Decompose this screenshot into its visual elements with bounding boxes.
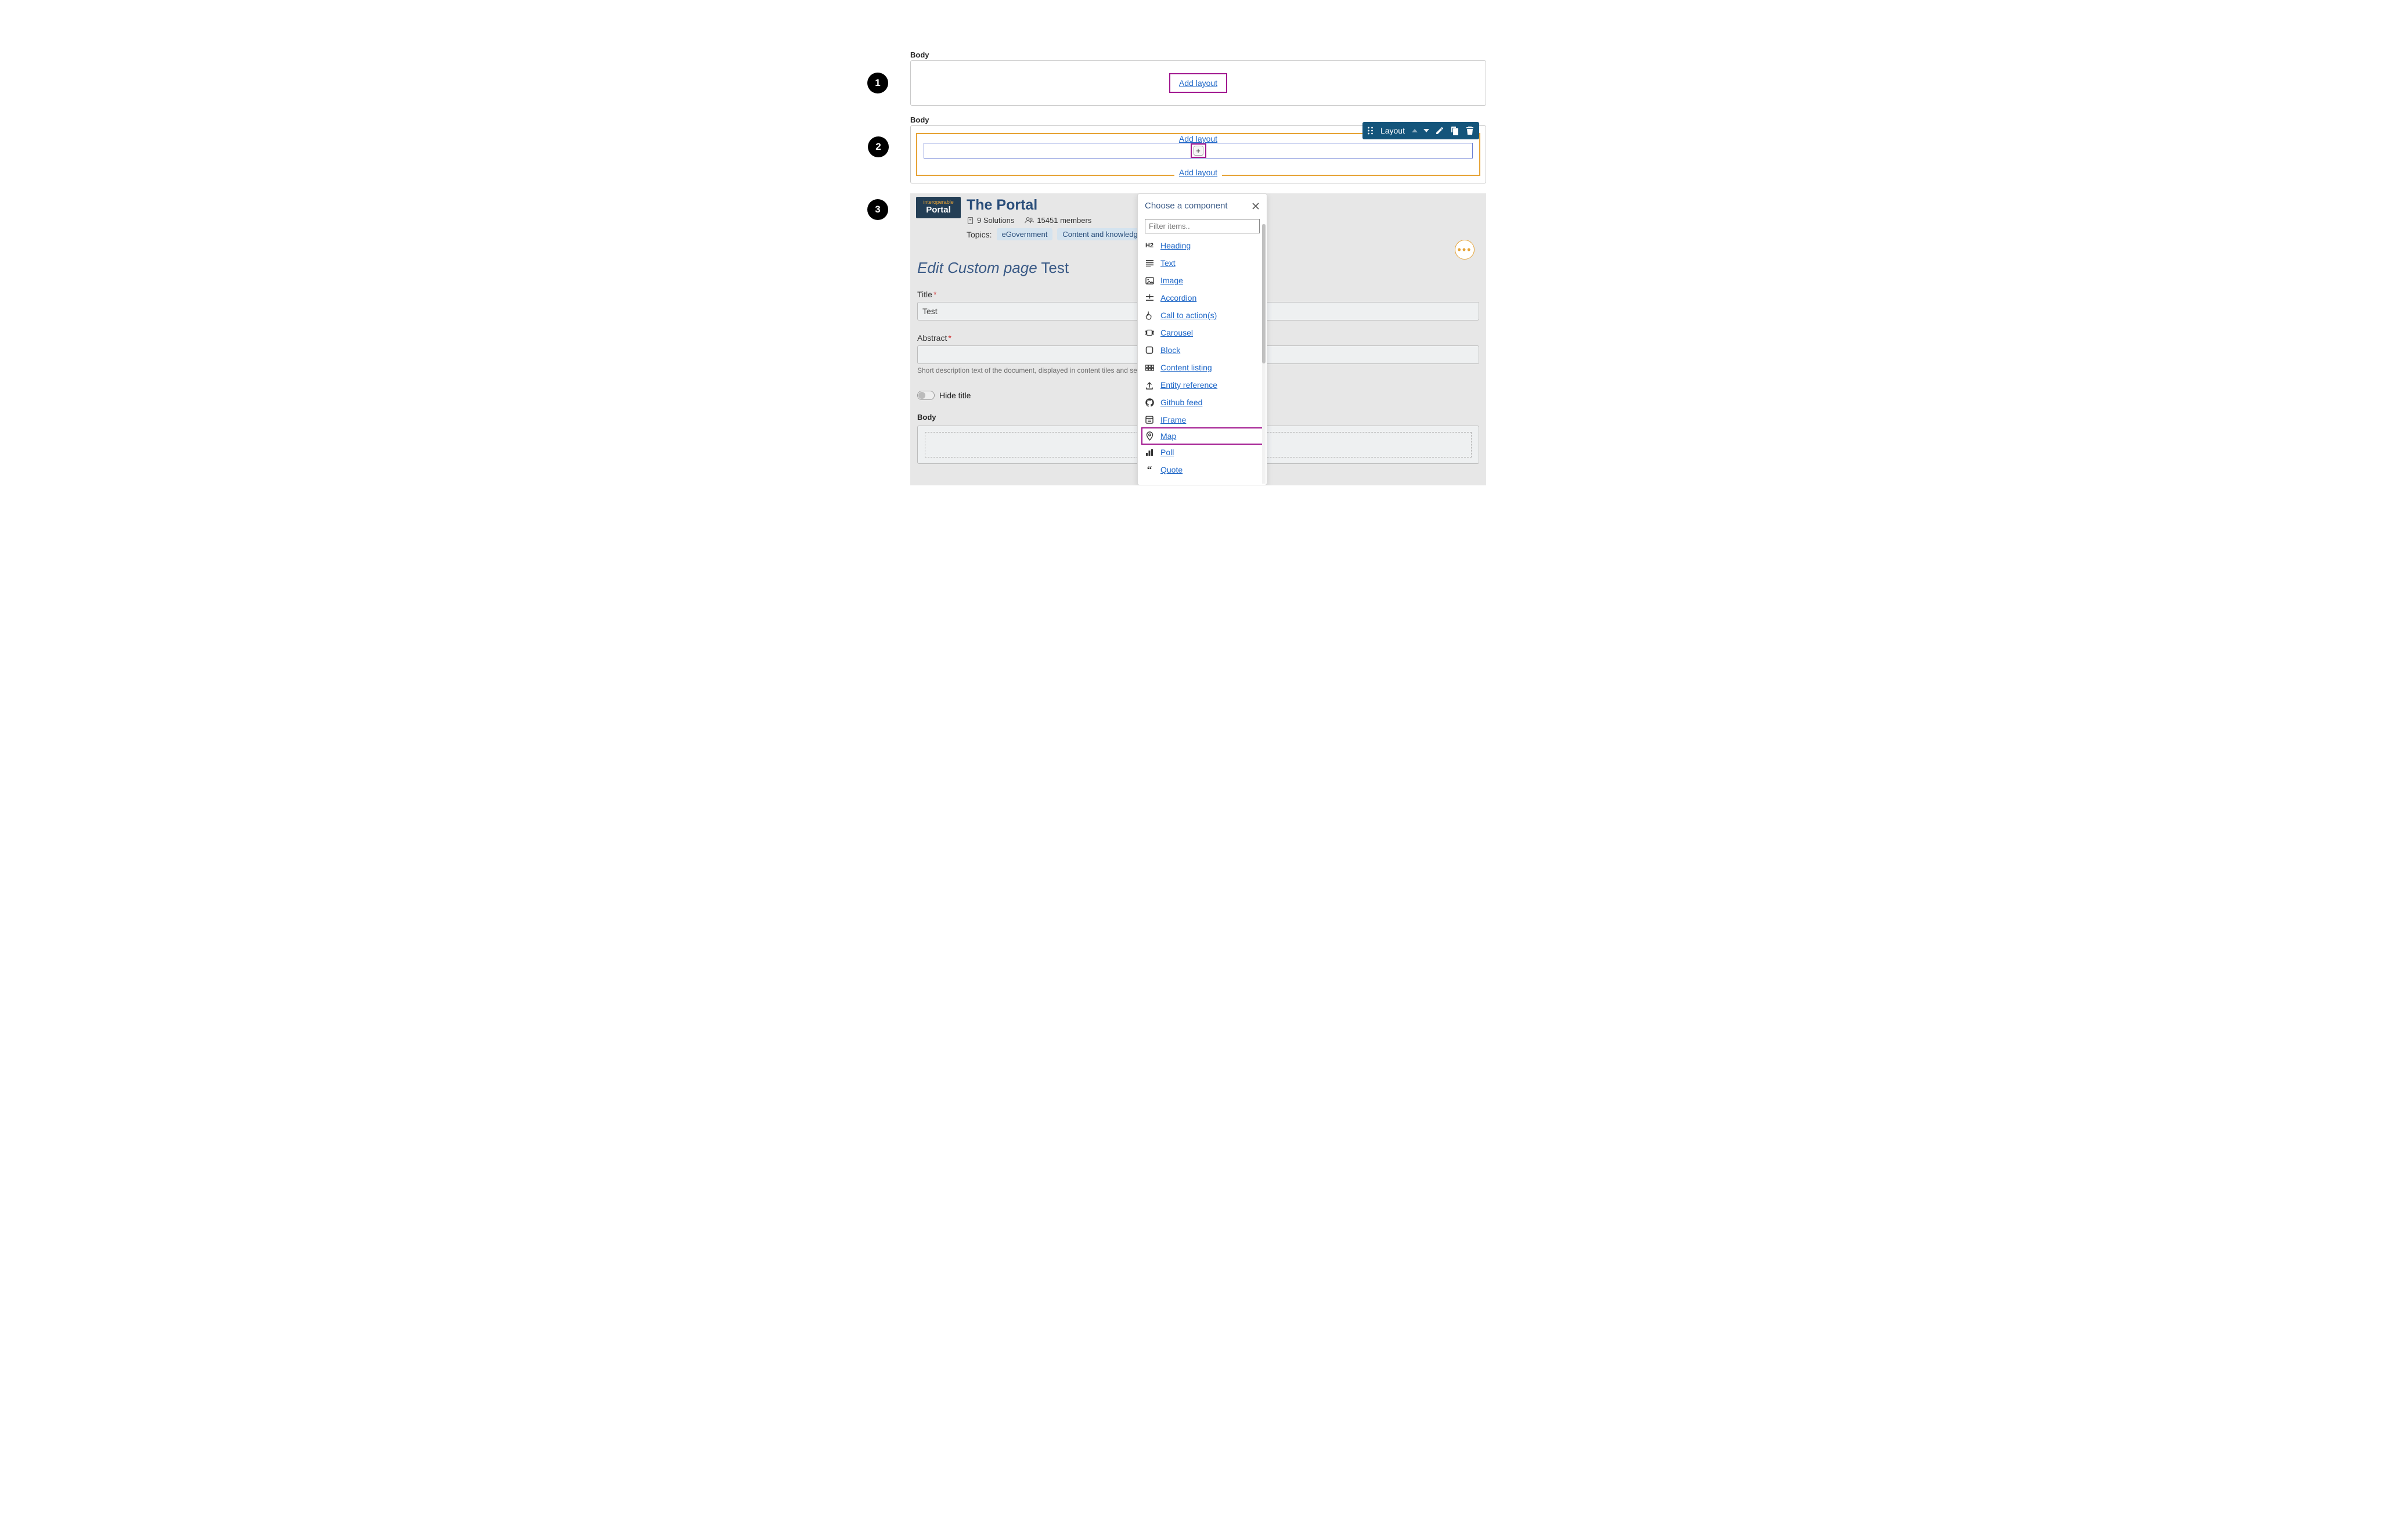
picker-list[interactable]: H2 Heading Text Image Accordion Call to actio… — [1138, 237, 1267, 480]
picker-item-label: Call to action(s) — [1160, 311, 1217, 320]
lines-icon — [1145, 258, 1154, 268]
block-icon — [1145, 345, 1154, 355]
add-layout-link-bot-wrap: Add layout — [1174, 168, 1222, 177]
layout-toolbar-label: Layout — [1380, 126, 1405, 135]
picker-item-label: Heading — [1160, 241, 1191, 250]
picker-item-label: Block — [1160, 345, 1180, 355]
picker-item-label: Image — [1160, 276, 1183, 285]
abstract-label-text: Abstract — [917, 333, 947, 343]
github-icon — [1145, 398, 1154, 407]
delete-icon[interactable] — [1465, 126, 1475, 135]
clipboard-icon — [967, 217, 974, 224]
picker-item-text[interactable]: Text — [1145, 254, 1260, 272]
h2-icon: H2 — [1145, 241, 1154, 250]
add-layout-link-2-top[interactable]: Add layout — [1179, 134, 1217, 143]
upload-icon — [1145, 380, 1154, 390]
step-badge-1: 1 — [867, 73, 888, 93]
picker-item-label: Entity reference — [1160, 380, 1217, 390]
grid-icon — [1145, 363, 1154, 372]
picker-heading: Choose a component — [1145, 201, 1228, 211]
picker-item-block[interactable]: Block — [1145, 341, 1260, 359]
picker-item-poll[interactable]: Poll — [1145, 444, 1260, 461]
page-heading-em: Edit Custom page — [917, 259, 1037, 276]
step-badge-3: 3 — [867, 199, 888, 220]
picker-item-label: Github feed — [1160, 398, 1202, 407]
picker-item-github-feed[interactable]: Github feed — [1145, 394, 1260, 411]
picker-item-carousel[interactable]: Carousel — [1145, 324, 1260, 341]
solutions-count-text: 9 Solutions — [977, 216, 1014, 225]
members-icon — [1025, 217, 1034, 224]
picker-item-label: Accordion — [1160, 293, 1196, 302]
picker-item-iframe[interactable]: IFrame — [1145, 411, 1260, 428]
title-label-text: Title — [917, 290, 932, 299]
picker-filter-input[interactable] — [1145, 219, 1260, 233]
topics-label: Topics: — [967, 230, 992, 239]
picker-item-call-to-action-s-[interactable]: Call to action(s) — [1145, 307, 1260, 324]
required-marker: * — [948, 333, 951, 343]
picker-item-label: Content listing — [1160, 363, 1212, 372]
hide-title-toggle[interactable] — [917, 391, 935, 400]
picker-item-accordion[interactable]: Accordion — [1145, 289, 1260, 307]
picker-item-quote[interactable]: “ Quote — [1145, 461, 1260, 478]
body-label-2: Body — [910, 116, 929, 124]
picker-item-heading[interactable]: H2 Heading — [1145, 237, 1260, 254]
carousel-icon — [1145, 328, 1154, 337]
picker-item-image[interactable]: Image — [1145, 272, 1260, 289]
more-actions-button[interactable]: ••• — [1455, 240, 1475, 260]
step-badge-2: 2 — [868, 136, 889, 157]
add-layout-link-1[interactable]: Add layout — [1179, 78, 1217, 88]
component-picker: Choose a component H2 Heading Text Image Acc… — [1137, 193, 1267, 485]
body-field-1: Add layout — [910, 60, 1486, 106]
pointer-icon — [1145, 311, 1154, 320]
layout-region[interactable]: + — [924, 143, 1473, 158]
move-down-icon[interactable] — [1423, 129, 1429, 132]
add-component-button[interactable]: + — [1194, 146, 1203, 156]
pin-icon — [1145, 431, 1154, 441]
drag-handle-icon[interactable] — [1367, 127, 1374, 135]
picker-item-label: IFrame — [1160, 415, 1186, 424]
edit-icon[interactable] — [1435, 126, 1444, 135]
picker-item-label: Poll — [1160, 448, 1174, 457]
solutions-count: 9 Solutions — [967, 216, 1014, 225]
edit-page-panel: interoperable Portal The Portal 9 Soluti… — [910, 193, 1486, 485]
move-up-icon[interactable] — [1412, 129, 1418, 132]
hide-title-label: Hide title — [939, 391, 971, 400]
members-count-text: 15451 members — [1037, 216, 1091, 225]
portal-logo: interoperable Portal — [916, 197, 961, 218]
image-icon — [1145, 276, 1154, 285]
close-icon — [1252, 202, 1260, 210]
picker-item-map[interactable]: Map — [1141, 427, 1263, 445]
picker-close-button[interactable] — [1252, 202, 1260, 210]
quote-icon: “ — [1145, 465, 1154, 474]
scrollbar-thumb[interactable] — [1262, 224, 1266, 363]
picker-scrollbar[interactable] — [1262, 224, 1266, 484]
picker-item-label: Carousel — [1160, 328, 1193, 337]
topic-tag-1[interactable]: eGovernment — [997, 228, 1053, 240]
add-layout-link-2-bottom[interactable]: Add layout — [1179, 168, 1217, 177]
page-heading-rest: Test — [1037, 259, 1069, 276]
logo-bottom-text: Portal — [926, 206, 951, 215]
poll-icon — [1145, 448, 1154, 457]
duplicate-icon[interactable] — [1450, 126, 1459, 135]
iframe-icon — [1145, 415, 1154, 424]
add-layout-link-top-wrap: Add layout — [1174, 134, 1222, 143]
body-field-2: Add layout + Add layout Layout — [910, 125, 1486, 183]
required-marker: * — [933, 290, 936, 299]
picker-item-label: Text — [1160, 258, 1176, 268]
add-layout-highlight: Add layout — [1169, 73, 1227, 93]
picker-item-content-listing[interactable]: Content listing — [1145, 359, 1260, 376]
body-label-1: Body — [910, 51, 929, 59]
add-component-highlight: + — [1191, 143, 1206, 158]
picker-item-entity-reference[interactable]: Entity reference — [1145, 376, 1260, 394]
accordion-icon — [1145, 293, 1154, 302]
picker-item-label: Map — [1160, 431, 1176, 441]
layout-toolbar: Layout — [1362, 122, 1479, 139]
members-count: 15451 members — [1025, 216, 1091, 225]
picker-item-label: Quote — [1160, 465, 1183, 474]
